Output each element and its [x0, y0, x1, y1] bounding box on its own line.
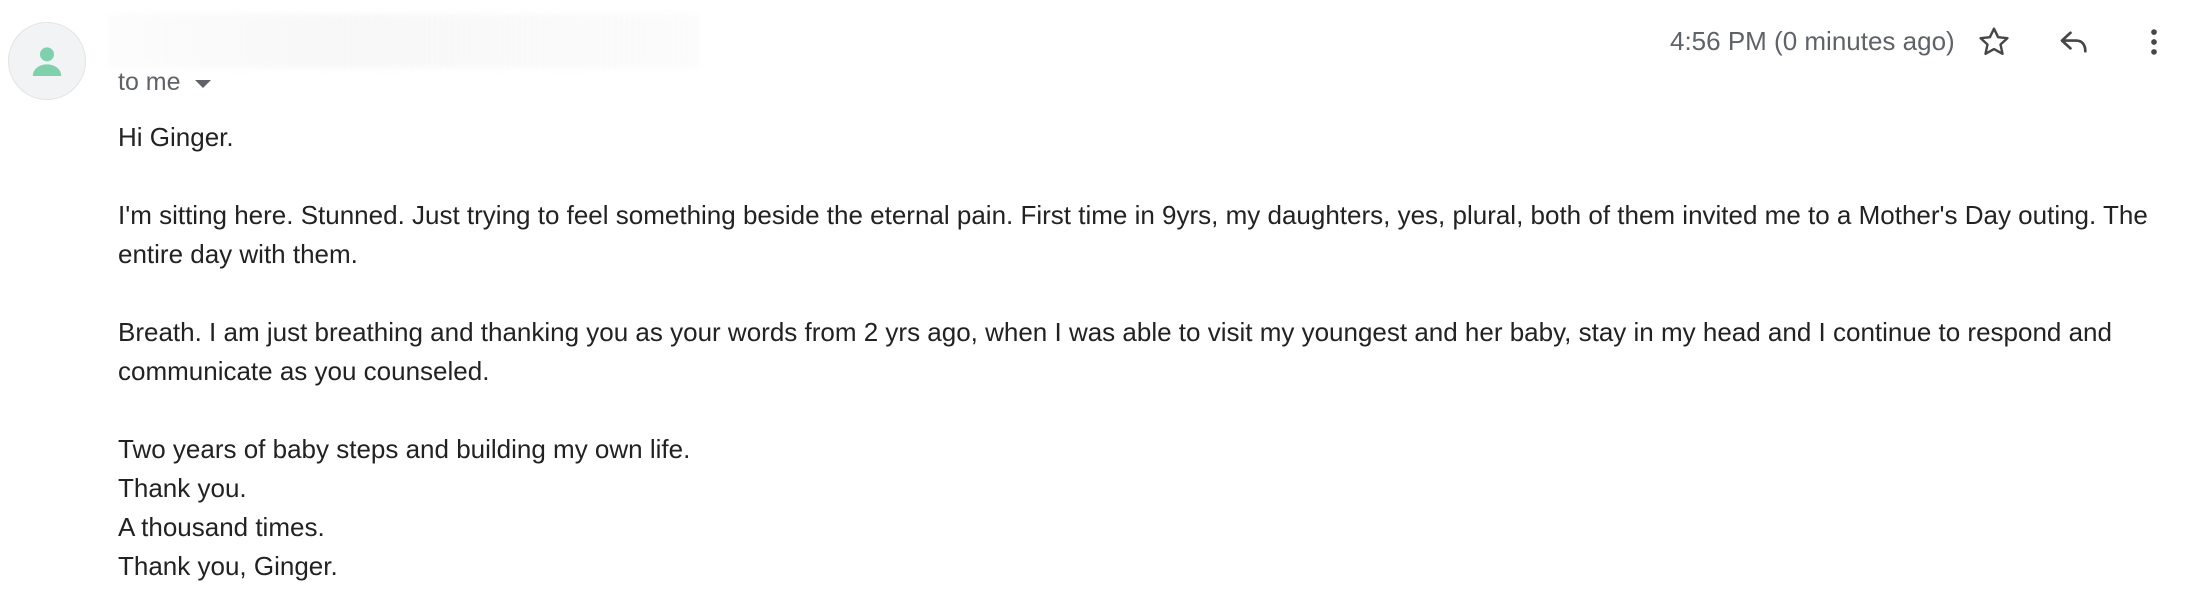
- greeting: Hi Ginger.: [118, 122, 234, 152]
- body-paragraph-1: I'm sitting here. Stunned. Just trying t…: [118, 200, 2148, 269]
- body-line-1: Two years of baby steps and building my …: [118, 434, 691, 464]
- body-line-3: A thousand times.: [118, 512, 325, 542]
- body-line-2: Thank you.: [118, 473, 247, 503]
- sender-name-redacted: [108, 14, 698, 68]
- recipient-label: to me: [118, 68, 181, 96]
- recipient-toggle[interactable]: to me: [118, 68, 211, 97]
- caret-down-icon: [194, 79, 211, 88]
- star-icon: [1979, 27, 2009, 55]
- more-options-button[interactable]: [2128, 16, 2180, 68]
- more-vert-icon: [2151, 29, 2157, 55]
- body-paragraph-2: Breath. I am just breathing and thanking…: [118, 317, 2112, 386]
- sender-avatar: [8, 22, 86, 100]
- message-timestamp: 4:56 PM (0 minutes ago): [1670, 26, 1955, 56]
- star-button[interactable]: [1968, 16, 2020, 68]
- reply-icon: [2060, 31, 2087, 53]
- reply-button[interactable]: [2048, 16, 2100, 68]
- person-icon: [32, 47, 62, 76]
- body-line-4: Thank you, Ginger.: [118, 551, 338, 581]
- message-body: Hi Ginger. I'm sitting here. Stunned. Ju…: [118, 118, 2158, 586]
